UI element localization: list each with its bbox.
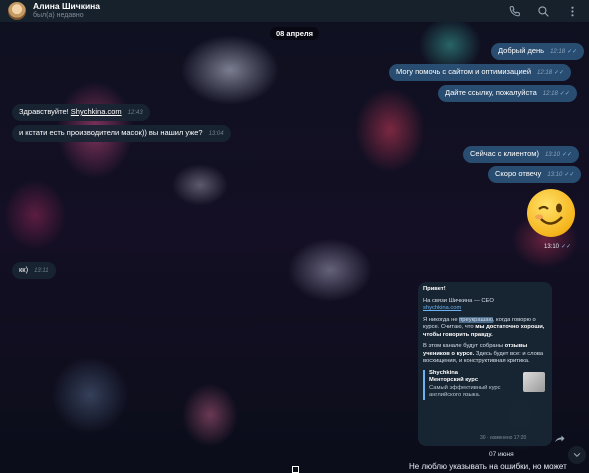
message-text: Добрый день: [498, 46, 545, 55]
share-icon[interactable]: [553, 432, 565, 450]
message-bubble[interactable]: Здравствуйте! Shychkina.com 12:43: [12, 104, 150, 121]
message-text: Скоро отвечу: [495, 169, 542, 178]
double-check-icon: ✓✓: [559, 91, 570, 97]
message-time: 13:10: [544, 152, 560, 158]
message-time: 12:18: [537, 70, 553, 76]
message-time: 12:18: [550, 49, 566, 55]
forward-link[interactable]: shychkina.com: [423, 305, 461, 311]
message-time: 12:18: [542, 91, 558, 97]
message-text: Здравствуйте!: [19, 107, 71, 116]
message-text: Могу помочь с сайтом и оптимизацией: [396, 67, 532, 76]
message-time: 13:04: [208, 131, 224, 137]
forward-meta: 30 · изменено 17:20: [480, 434, 527, 441]
contact-name: Алина Шичкина: [33, 1, 101, 11]
message-text: и кстати есть производители масок)) вы н…: [19, 128, 203, 137]
forward-greeting: Привет!: [423, 286, 446, 292]
date-separator: 07 июня: [489, 451, 514, 458]
message-bubble[interactable]: кк) 13:11: [12, 262, 56, 279]
message-text: Не люблю указывать на ошибки, но может: [409, 462, 567, 471]
double-check-icon: ✓✓: [554, 70, 565, 76]
message-time: 12:43: [127, 110, 143, 116]
message-time: 13:10: [547, 172, 563, 178]
message-text: Дайте ссылку, пожалуйста: [445, 88, 537, 97]
preview-thumbnail: [523, 371, 545, 392]
message-text: Сейчас с клиентом): [470, 149, 539, 158]
double-check-icon: ✓✓: [564, 172, 575, 178]
avatar[interactable]: [8, 2, 26, 20]
message-bubble[interactable]: и кстати есть производители масок)) вы н…: [12, 125, 231, 142]
forward-paragraph: Я никогда не преукрашаю, когда говорю о …: [423, 316, 545, 338]
preview-description: Самый эффективный курс английского языка…: [429, 384, 501, 399]
contact-status: был(а) недавно: [33, 12, 84, 19]
winking-emoji-sticker[interactable]: [527, 189, 575, 237]
chevron-down-icon: [573, 452, 581, 457]
double-check-icon: ✓✓: [561, 152, 573, 158]
message-text: кк): [19, 265, 29, 274]
message-time: 13:10 ✓✓: [544, 244, 572, 250]
message-bubble[interactable]: Добрый день 12:18 ✓✓: [491, 43, 585, 60]
search-icon[interactable]: [535, 3, 552, 20]
message-bubble[interactable]: Скоро отвечу 13:10 ✓✓: [488, 166, 582, 183]
contact-info[interactable]: Алина Шичкина был(а) недавно: [33, 1, 100, 21]
forwarded-message[interactable]: Привет! На связи Шичкина — CEO shychkina…: [418, 282, 552, 446]
message-bubble[interactable]: Могу помочь с сайтом и оптимизацией 12:18…: [389, 64, 572, 81]
forward-intro: На связи Шичкина — CEO shychkina.com: [423, 297, 494, 312]
chat-header[interactable]: Алина Шичкина был(а) недавно: [0, 0, 589, 22]
message-bubble[interactable]: Дайте ссылку, пожалуйста 12:18 ✓✓: [438, 85, 577, 102]
message-bubble[interactable]: Сейчас с клиентом) 13:10 ✓✓: [463, 146, 580, 163]
link-preview[interactable]: Shychkina Менторский курс Самый эффектив…: [423, 369, 547, 400]
forward-paragraph: В этом канале будут собраны отзывы учени…: [423, 343, 544, 364]
phone-icon[interactable]: [506, 3, 523, 20]
date-separator: 08 апреля: [270, 27, 320, 40]
message-time: 13:11: [34, 268, 49, 274]
more-vertical-icon[interactable]: [564, 3, 581, 20]
message-link[interactable]: Shychkina.com: [71, 107, 122, 116]
double-check-icon: ✓✓: [561, 244, 572, 250]
scroll-down-button[interactable]: [568, 446, 586, 464]
text-cursor: [292, 466, 299, 473]
double-check-icon: ✓✓: [567, 49, 578, 55]
